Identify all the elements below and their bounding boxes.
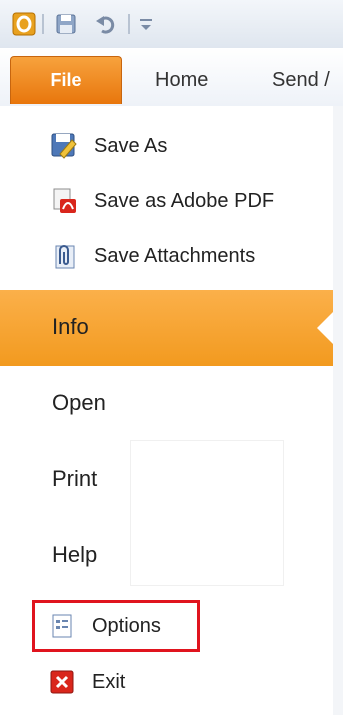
save-as-icon bbox=[50, 132, 78, 160]
exit-button[interactable]: Exit bbox=[48, 666, 125, 698]
tab-file[interactable]: File bbox=[10, 56, 122, 104]
exit-icon bbox=[48, 668, 76, 696]
outlook-icon[interactable] bbox=[12, 12, 36, 41]
tab-send-receive[interactable]: Send / bbox=[272, 69, 330, 92]
customize-icon[interactable] bbox=[138, 14, 154, 39]
save-as-adobe-pdf-label: Save as Adobe PDF bbox=[94, 189, 275, 212]
attachments-icon bbox=[50, 242, 78, 270]
info-label: Info bbox=[52, 314, 89, 339]
print-nav-item[interactable]: Print bbox=[52, 466, 97, 492]
help-nav-item[interactable]: Help bbox=[52, 542, 97, 568]
save-icon[interactable] bbox=[54, 12, 78, 41]
pdf-icon bbox=[50, 187, 78, 215]
save-attachments-button[interactable]: Save Attachments bbox=[50, 240, 255, 272]
backstage-edge bbox=[333, 106, 343, 715]
save-as-label: Save As bbox=[94, 134, 168, 157]
separator bbox=[128, 14, 130, 34]
save-attachments-label: Save Attachments bbox=[94, 244, 256, 267]
tab-home[interactable]: Home bbox=[155, 69, 208, 92]
save-as-adobe-pdf-button[interactable]: Save as Adobe PDF bbox=[50, 185, 274, 217]
selection-notch bbox=[317, 312, 333, 344]
blank-panel bbox=[130, 440, 284, 586]
separator bbox=[42, 14, 44, 34]
options-button[interactable]: Options bbox=[48, 610, 161, 642]
open-nav-item[interactable]: Open bbox=[52, 390, 106, 416]
exit-label: Exit bbox=[92, 670, 126, 693]
options-icon bbox=[48, 612, 76, 640]
options-label: Options bbox=[92, 614, 161, 637]
undo-icon[interactable] bbox=[94, 12, 118, 41]
save-as-button[interactable]: Save As bbox=[50, 130, 167, 162]
quick-access-toolbar bbox=[0, 0, 343, 48]
info-nav-item[interactable] bbox=[0, 290, 333, 366]
